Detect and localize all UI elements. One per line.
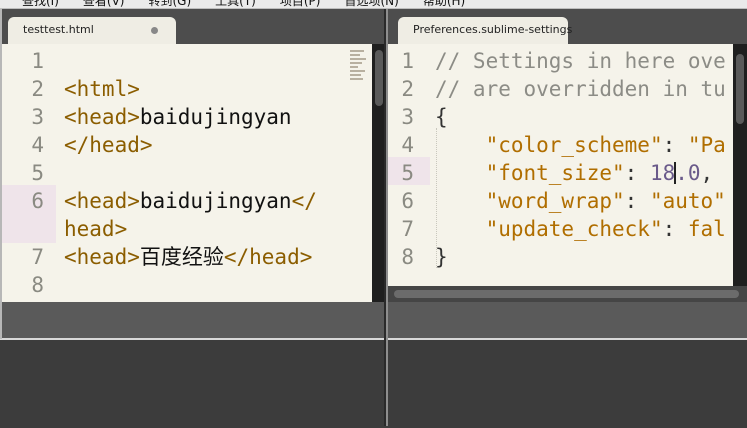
editor-right[interactable]: 1 // Settings in here ove 2 // are overridd… — [388, 44, 747, 286]
code-line[interactable]: head> — [64, 215, 127, 243]
menu-item[interactable]: 项目(P) — [280, 0, 321, 8]
token: </head> — [223, 245, 313, 269]
token: <html> — [64, 77, 140, 101]
token: : — [624, 189, 650, 213]
token: .0 — [675, 161, 701, 185]
vertical-scrollbar-right[interactable] — [733, 44, 747, 286]
window-edge — [0, 9, 2, 339]
line-number: 4 — [401, 133, 414, 157]
token: { — [435, 105, 448, 129]
token: "Pa — [687, 133, 726, 157]
token: <head> — [64, 245, 140, 269]
line-number: 2 — [31, 77, 44, 101]
token: fal — [687, 217, 726, 241]
line-number: 1 — [31, 49, 44, 73]
token: </head> — [64, 133, 153, 157]
token: : — [662, 217, 688, 241]
token: : — [624, 161, 650, 185]
left-tab-strip: testtest.html — [0, 9, 386, 44]
code-line[interactable]: <head>baidujingyan — [64, 103, 292, 131]
token: 18 — [649, 161, 676, 185]
code-line[interactable]: </head> — [64, 131, 153, 159]
menu-item[interactable]: 查找(I) — [22, 0, 59, 8]
line-number: 8 — [31, 273, 44, 297]
token: "update_check" — [485, 217, 663, 241]
token: <head> — [64, 189, 140, 213]
line-number: 7 — [31, 245, 44, 269]
line-number: 7 — [401, 217, 414, 241]
code-line[interactable]: <html> — [64, 75, 140, 103]
code-line[interactable]: <head>baidujingyan</ — [64, 187, 317, 215]
line-number: 2 — [401, 77, 414, 101]
token: , — [700, 161, 714, 185]
line-number: 3 — [401, 105, 414, 129]
token: baidujingyan — [139, 105, 292, 129]
scroll-thumb[interactable] — [736, 54, 744, 124]
tab-preferences[interactable]: Preferences.sublime-settings — [398, 17, 572, 44]
code-line[interactable]: "update_check": fal — [435, 215, 726, 243]
line-number: 6 — [31, 189, 44, 213]
token: head> — [64, 217, 128, 241]
menu-item[interactable]: 查看(V) — [83, 0, 125, 8]
line-number: 8 — [401, 245, 414, 269]
tab-title: Preferences.sublime-settings — [413, 23, 573, 36]
horizontal-scrollbar-right[interactable] — [388, 286, 747, 302]
code-line[interactable]: } — [435, 243, 448, 271]
code-line[interactable]: "font_size": 18.0, — [435, 159, 714, 187]
token: "font_size" — [485, 161, 625, 185]
minimap-icon[interactable] — [350, 48, 368, 96]
pane-footer — [0, 302, 747, 338]
line-number: 1 — [401, 49, 414, 73]
line-number: 4 — [31, 133, 44, 157]
editor-left[interactable]: 1 2 <html> 3 <head>baidujingyan 4 </head> 5 6 <he… — [0, 44, 372, 302]
token: 百度经验 — [139, 245, 224, 269]
line-number: 5 — [31, 161, 44, 185]
token: // are overridden in tu — [435, 77, 726, 101]
code-line[interactable]: "word_wrap": "auto" — [435, 187, 726, 215]
bottom-panel — [0, 338, 747, 428]
menu-items: 查找(I) 查看(V) 转到(G) 工具(T) 项目(P) 首选项(N) 帮助(H) — [22, 0, 465, 8]
code-line[interactable]: <head>百度经验</head> — [64, 243, 312, 271]
tab-title: testtest.html — [23, 23, 94, 36]
code-line[interactable]: { — [435, 103, 448, 131]
menu-bar: 查找(I) 查看(V) 转到(G) 工具(T) 项目(P) 首选项(N) 帮助(H) — [0, 0, 747, 9]
unsaved-dot-icon[interactable] — [151, 27, 158, 34]
line-number: 5 — [401, 161, 414, 185]
menu-item[interactable]: 首选项(N) — [344, 0, 398, 8]
menu-item[interactable]: 转到(G) — [148, 0, 191, 8]
token: <head> — [64, 105, 140, 129]
token: : — [662, 133, 688, 157]
token: "word_wrap" — [485, 189, 625, 213]
code-line[interactable]: // Settings in here ove — [435, 47, 726, 75]
line-number: 3 — [31, 105, 44, 129]
token: "auto" — [649, 189, 726, 213]
token: } — [435, 245, 448, 269]
token: // Settings in here ove — [435, 49, 726, 73]
menu-item[interactable]: 帮助(H) — [423, 0, 465, 8]
tab-testtest-html[interactable]: testtest.html — [8, 17, 176, 44]
code-line[interactable]: "color_scheme": "Pa — [435, 131, 726, 159]
scroll-thumb[interactable] — [375, 50, 383, 106]
token: "color_scheme" — [485, 133, 663, 157]
token: baidujingyan — [139, 189, 292, 213]
right-tab-strip: Preferences.sublime-settings — [388, 9, 747, 44]
line-number — [0, 215, 44, 243]
menu-item[interactable]: 工具(T) — [215, 0, 256, 8]
pane-divider[interactable] — [386, 9, 388, 426]
scroll-thumb[interactable] — [394, 290, 739, 298]
token: </ — [291, 189, 317, 213]
code-line[interactable]: // are overridden in tu — [435, 75, 726, 103]
line-number: 6 — [401, 189, 414, 213]
